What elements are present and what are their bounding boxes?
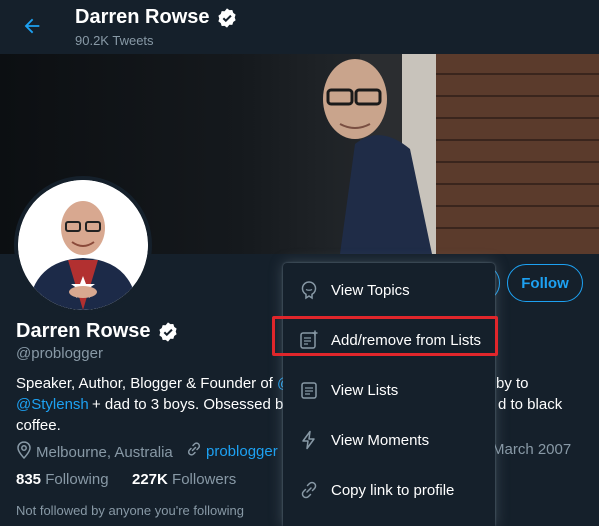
menu-item-copy-link[interactable]: Copy link to profile <box>283 465 495 515</box>
followers-count: 227K <box>132 471 168 488</box>
location: Melbourne, Australia <box>16 441 173 463</box>
highlight-annotation-box <box>272 316 498 356</box>
header-name-text: Darren Rowse <box>75 6 210 28</box>
bio-line2-mid: + dad to 3 boys. Obsessed by <box>92 396 291 413</box>
menu-item-view-moments[interactable]: View Moments <box>283 415 495 465</box>
following-link[interactable]: 835 Following <box>16 471 109 488</box>
menu-label: View Topics <box>331 281 410 299</box>
header-title: Darren Rowse <box>75 6 238 29</box>
link-icon <box>299 480 319 500</box>
profile-name-text: Darren Rowse <box>16 320 151 342</box>
menu-label: Copy link to profile <box>331 481 455 499</box>
location-pin-icon <box>16 441 32 463</box>
website[interactable]: problogger <box>186 441 278 461</box>
top-header: Darren Rowse 90.2K Tweets <box>0 0 599 54</box>
banner-photo-person <box>323 54 599 254</box>
back-arrow-icon[interactable] <box>18 12 46 40</box>
more-options-menu: View Topics Add/remove from Lists View L… <box>283 263 495 526</box>
joined-date: March 2007 <box>492 441 572 458</box>
follow-button[interactable]: Follow <box>507 264 583 302</box>
list-icon <box>299 380 319 400</box>
menu-label: View Lists <box>331 381 399 399</box>
menu-item-view-lists[interactable]: View Lists <box>283 365 495 415</box>
verified-badge-icon <box>216 7 238 29</box>
tweet-count: 90.2K Tweets <box>75 33 154 48</box>
following-count: 835 <box>16 471 42 488</box>
following-label: Following <box>45 471 109 488</box>
bio-line2-end: d to black <box>498 396 563 413</box>
website-link[interactable]: problogger <box>206 443 278 460</box>
bio-stylensh-link[interactable]: @Stylensh <box>16 394 89 415</box>
bio-line1-end: by to <box>496 375 529 392</box>
lightning-icon <box>299 430 319 450</box>
bio-line1-start: Speaker, Author, Blogger & Founder of <box>16 375 273 392</box>
profile-name: Darren Rowse <box>16 320 179 343</box>
avatar-photo <box>18 180 148 310</box>
profile-handle: @problogger <box>16 345 103 362</box>
location-text: Melbourne, Australia <box>36 443 173 461</box>
link-icon <box>186 441 202 461</box>
followers-label: Followers <box>172 471 237 488</box>
not-followed-text: Not followed by anyone you're following <box>16 503 244 518</box>
topic-icon <box>299 280 319 300</box>
menu-item-view-topics[interactable]: View Topics <box>283 265 495 315</box>
profile-avatar[interactable] <box>14 176 152 314</box>
followers-link[interactable]: 227K Followers <box>132 471 236 488</box>
menu-label: View Moments <box>331 431 430 449</box>
bio-line3: coffee. <box>16 417 61 434</box>
verified-badge-icon <box>157 321 179 343</box>
